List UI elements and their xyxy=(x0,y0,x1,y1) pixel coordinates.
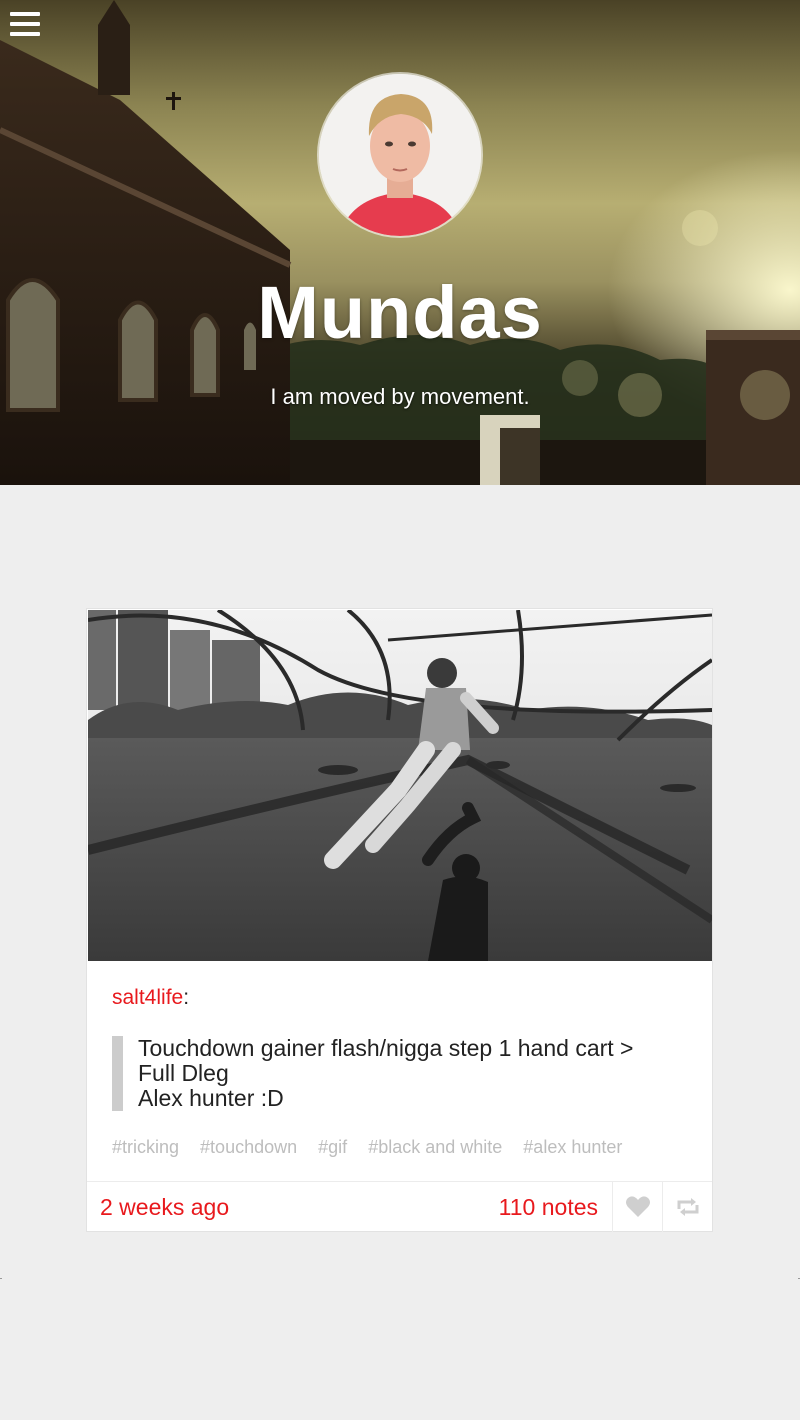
like-button[interactable] xyxy=(612,1182,662,1232)
post-card: salt4life: Touchdown gainer flash/nigga … xyxy=(87,609,712,1232)
blog-description: I am moved by movement. xyxy=(270,384,530,409)
post-footer: 2 weeks ago 110 notes xyxy=(87,1181,712,1232)
post-photo[interactable] xyxy=(88,610,712,961)
divider xyxy=(0,1278,2,1279)
post-notes-link[interactable]: 110 notes xyxy=(499,1194,598,1221)
post-body: salt4life: Touchdown gainer flash/nigga … xyxy=(112,986,692,1158)
header-background-image xyxy=(0,0,800,485)
tag-link[interactable]: #gif xyxy=(318,1137,347,1157)
post-author-link[interactable]: salt4life xyxy=(112,986,183,1009)
reblog-icon xyxy=(677,1198,699,1216)
tag-link[interactable]: #touchdown xyxy=(200,1137,297,1157)
tag-link[interactable]: #black and white xyxy=(368,1137,502,1157)
heart-icon xyxy=(626,1196,650,1217)
avatar[interactable] xyxy=(319,74,481,236)
post-quote: Touchdown gainer flash/nigga step 1 hand… xyxy=(112,1036,692,1111)
avatar-portrait-image xyxy=(319,74,481,236)
blog-title[interactable]: Mundas xyxy=(0,270,800,355)
post-date-link[interactable]: 2 weeks ago xyxy=(100,1194,229,1221)
tag-link[interactable]: #alex hunter xyxy=(523,1137,622,1157)
quote-line: Alex hunter :D xyxy=(138,1085,284,1111)
hamburger-menu-icon[interactable] xyxy=(10,12,40,38)
quote-line: Full Dleg xyxy=(138,1060,229,1086)
post-attribution: salt4life: xyxy=(112,986,190,1009)
blog-header: Mundas I am moved by movement. xyxy=(0,0,800,485)
quote-line: Touchdown gainer flash/nigga step 1 hand… xyxy=(138,1035,634,1061)
post-gif-image xyxy=(88,610,712,961)
post-tags: #tricking #touchdown #gif #black and whi… xyxy=(112,1137,692,1158)
tag-link[interactable]: #tricking xyxy=(112,1137,179,1157)
reblog-button[interactable] xyxy=(662,1182,712,1232)
